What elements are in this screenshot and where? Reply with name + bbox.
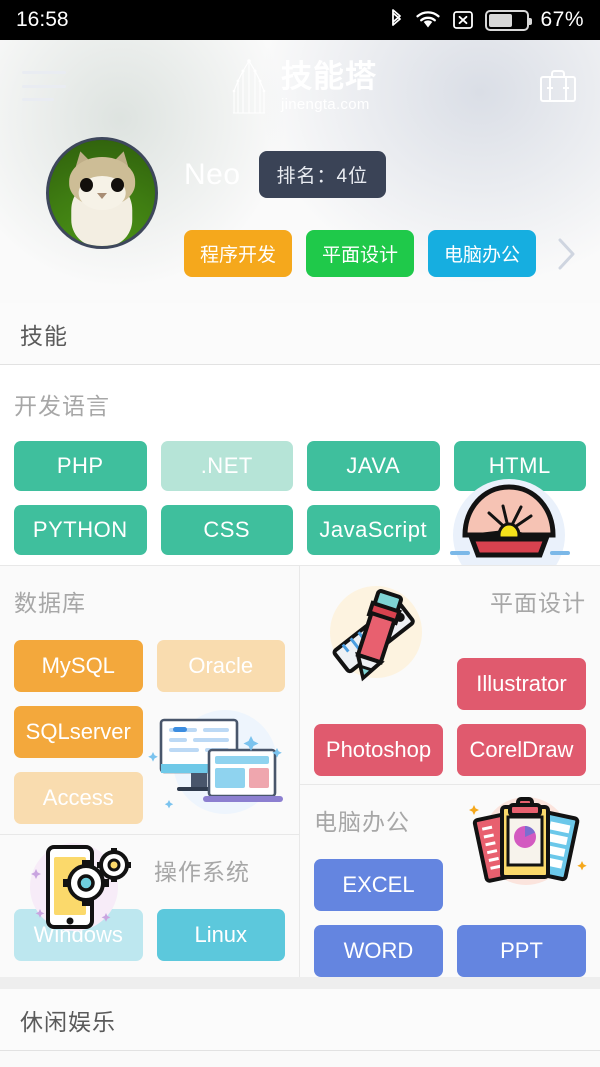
chip-label: Access	[42, 785, 114, 810]
battery-icon	[485, 9, 533, 31]
languages-panel: 开发语言 PHP .NET JAVA HTML PYTHON CSS JavaS…	[0, 365, 600, 565]
skill-columns: 数据库 MySQL Oracle SQLserver Access 操作系统 W…	[0, 565, 600, 977]
office-header: 电脑办公	[314, 803, 586, 837]
chip-label: Photoshop	[325, 737, 432, 762]
section-title: 技能	[20, 322, 68, 349]
skill-chip-photoshop[interactable]: Photoshop	[314, 724, 443, 776]
chip-label: PHP	[56, 453, 104, 478]
chip-label: PYTHON	[32, 517, 128, 542]
skill-chip-linux[interactable]: Linux	[156, 909, 285, 961]
skill-chip-mysql[interactable]: MySQL	[14, 640, 143, 692]
chip-label: MySQL	[41, 653, 115, 678]
chip-label: Oracle	[188, 653, 254, 678]
skill-chip-python[interactable]: PYTHON	[14, 505, 147, 555]
skills-section-header: 技能	[0, 303, 600, 365]
chip-label: JavaScript	[319, 517, 428, 542]
os-title: 操作系统	[154, 859, 250, 885]
skill-chip-php[interactable]: PHP	[14, 441, 147, 491]
skill-chip-html[interactable]: HTML	[453, 441, 586, 491]
bluetooth-icon	[389, 8, 404, 32]
design-panel: 平面设计 Illustrator Photoshop CorelDraw	[300, 566, 600, 784]
logo-domain: jinengta.com	[281, 95, 370, 113]
chip-label: HTML	[488, 453, 551, 478]
section-gap	[0, 977, 600, 989]
username: Neo	[184, 157, 241, 191]
skill-chip-illustrator[interactable]: Illustrator	[457, 658, 586, 710]
design-chip-grid: Illustrator Photoshop CorelDraw	[314, 658, 586, 776]
profile-tag-2[interactable]: 电脑办公	[428, 230, 537, 277]
skill-chip-word[interactable]: WORD	[314, 925, 443, 977]
design-header: 平面设计	[314, 584, 586, 618]
office-title: 电脑办公	[314, 809, 410, 835]
profile-tag-0[interactable]: 程序开发	[184, 230, 293, 277]
chip-label: CSS	[203, 517, 251, 542]
status-bar: 16:58 67%	[0, 0, 600, 40]
chip-label: WORD	[343, 938, 414, 963]
battery-percent: 67%	[540, 8, 584, 31]
os-panel: 操作系统 Windows Linux	[0, 835, 299, 977]
database-chip-grid: MySQL Oracle SQLserver Access	[14, 640, 285, 824]
avatar[interactable]	[46, 137, 158, 249]
profile-tag-label: 程序开发	[200, 245, 277, 266]
skill-chip-sqlserver[interactable]: SQLserver	[14, 706, 143, 758]
leisure-section-header: 休闲娱乐	[0, 989, 600, 1051]
design-title: 平面设计	[490, 590, 586, 616]
database-header: 数据库	[14, 584, 285, 618]
app-header: 技能塔 jinengta.com Neo 排名：4位 程序开发 平面设计 电脑办…	[0, 40, 600, 303]
languages-chip-grid: PHP .NET JAVA HTML PYTHON CSS JavaScript	[14, 441, 586, 555]
status-icons: 67%	[389, 8, 584, 32]
chip-label: SQLserver	[25, 719, 131, 744]
chip-label: Windows	[33, 922, 123, 947]
right-column: 平面设计 Illustrator Photoshop CorelDraw 电脑办…	[300, 566, 600, 977]
skill-chip-css[interactable]: CSS	[160, 505, 293, 555]
left-column: 数据库 MySQL Oracle SQLserver Access 操作系统 W…	[0, 566, 300, 977]
rank-badge[interactable]: 排名：4位	[258, 151, 387, 198]
skill-chip-coreldraw[interactable]: CorelDraw	[457, 724, 586, 776]
languages-title: 开发语言	[14, 393, 110, 419]
os-header: 操作系统	[14, 853, 285, 887]
skill-chip-access[interactable]: Access	[14, 772, 143, 824]
chip-label: Linux	[194, 922, 248, 947]
skill-chip-javascript[interactable]: JavaScript	[307, 505, 440, 555]
app-screen: 16:58 67% 技能塔 jinengta.com Neo 排名：4位 程序开…	[0, 0, 600, 1067]
chip-label: JAVA	[346, 453, 401, 478]
skill-chip-windows[interactable]: Windows	[14, 909, 143, 961]
hamburger-menu-icon[interactable]	[22, 71, 66, 101]
chevron-right-icon[interactable]	[556, 236, 578, 272]
skill-chip-oracle[interactable]: Oracle	[156, 640, 285, 692]
skill-chip-java[interactable]: JAVA	[307, 441, 440, 491]
profile-tag-label: 平面设计	[322, 245, 399, 266]
database-panel: 数据库 MySQL Oracle SQLserver Access	[0, 566, 299, 834]
chip-label: EXCEL	[342, 872, 415, 897]
briefcase-icon[interactable]	[538, 68, 578, 104]
logo-title: 技能塔	[281, 58, 377, 94]
wifi-icon	[415, 10, 441, 30]
profile-tag-list: 程序开发 平面设计 电脑办公	[184, 230, 578, 277]
chip-label: Illustrator	[476, 671, 567, 696]
chip-label: CorelDraw	[469, 737, 574, 762]
no-sim-icon	[452, 9, 474, 31]
navbar: 技能塔 jinengta.com	[0, 40, 600, 132]
section-title: 休闲娱乐	[20, 1008, 116, 1035]
tower-logo-icon	[232, 59, 266, 114]
profile-tag-label: 电脑办公	[444, 245, 521, 266]
os-chip-grid: Windows Linux	[14, 909, 285, 961]
chip-label: PPT	[500, 938, 543, 963]
database-title: 数据库	[14, 590, 86, 616]
skill-chip-net[interactable]: .NET	[160, 441, 293, 491]
office-chip-grid: EXCEL WORD PPT	[314, 859, 586, 977]
status-time: 16:58	[16, 8, 69, 31]
skill-chip-excel[interactable]: EXCEL	[314, 859, 443, 911]
chip-label: .NET	[200, 453, 253, 478]
profile-tag-1[interactable]: 平面设计	[306, 230, 415, 277]
office-panel: 电脑办公 EXCEL WORD PPT	[300, 785, 600, 977]
profile-block: Neo 排名：4位 程序开发 平面设计 电脑办公	[0, 132, 600, 277]
app-logo[interactable]: 技能塔 jinengta.com	[227, 57, 377, 115]
skill-chip-ppt[interactable]: PPT	[457, 925, 586, 977]
